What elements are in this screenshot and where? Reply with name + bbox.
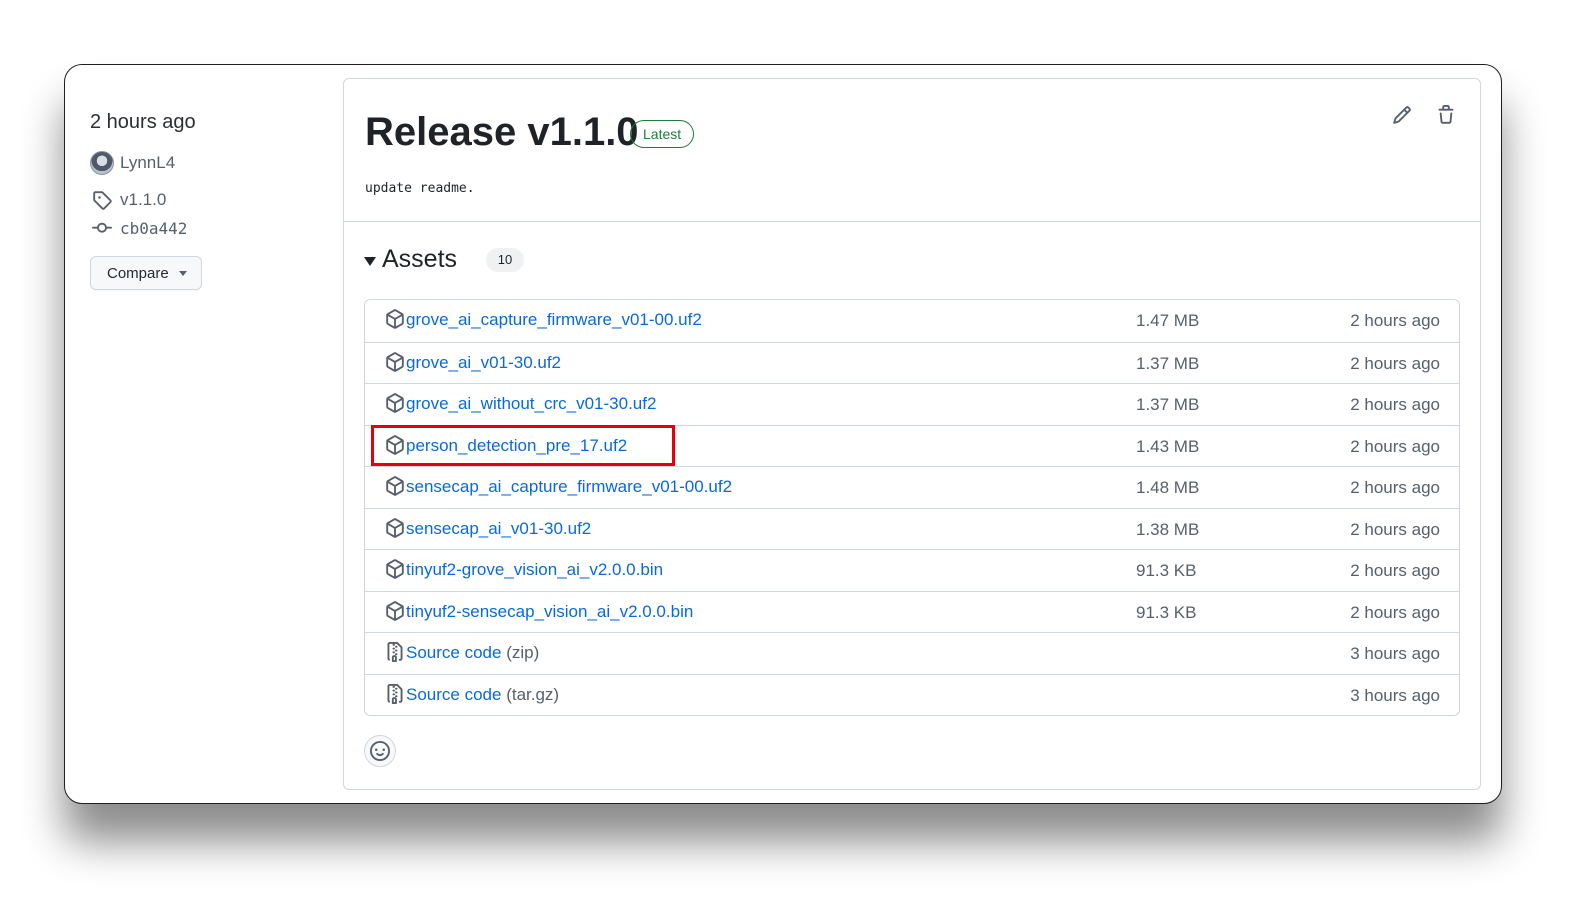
asset-time: 2 hours ago (1350, 311, 1440, 330)
release-actions (1390, 103, 1458, 127)
file-zip-icon (385, 642, 405, 662)
asset-name: grove_ai_without_crc_v01-30.uf2 (406, 394, 657, 413)
author-row[interactable]: LynnL4 (90, 149, 320, 177)
assets-list: grove_ai_capture_firmware_v01-00.uf2 1.47… (364, 299, 1460, 716)
release-notes: update readme. (365, 181, 475, 196)
package-icon (385, 559, 405, 579)
assets-count-badge: 10 (486, 247, 525, 272)
asset-name: tinyuf2-grove_vision_ai_v2.0.0.bin (406, 560, 664, 579)
package-icon (385, 393, 405, 413)
asset-time: 2 hours ago (1350, 561, 1440, 580)
release-title[interactable]: Release v1.1.0 (365, 107, 639, 157)
asset-link[interactable]: tinyuf2-sensecap_vision_ai_v2.0.0.bin (406, 602, 693, 622)
asset-time: 2 hours ago (1350, 519, 1440, 539)
release-card: Release v1.1.0 Latest update readme. Ass… (343, 78, 1481, 790)
asset-row: sensecap_ai_capture_firmware_v01-00.uf2 1… (365, 466, 1459, 508)
asset-time: 2 hours ago (1350, 478, 1440, 497)
asset-size: 1.47 MB (1136, 311, 1200, 330)
asset-link[interactable]: grove_ai_capture_firmware_v01-00.uf2 (406, 310, 702, 330)
tag-label[interactable]: v1.1.0 (120, 190, 166, 210)
asset-link[interactable]: sensecap_ai_v01-30.uf2 (406, 519, 591, 539)
git-commit-icon (90, 216, 114, 240)
package-icon (385, 600, 405, 621)
pencil-icon[interactable] (1390, 103, 1414, 127)
asset-size: 1.38 MB (1136, 519, 1200, 539)
asset-link[interactable]: sensecap_ai_capture_firmware_v01-00.uf2 (406, 477, 732, 497)
asset-row: person_detection_pre_17.uf2 1.43 MB 2 hour… (365, 424, 1459, 467)
asset-row: tinyuf2-sensecap_vision_ai_v2.0.0.bin 91.… (365, 590, 1459, 633)
add-reaction-button[interactable] (364, 735, 396, 767)
commit-row[interactable]: cb0a442 (90, 214, 320, 242)
asset-row: grove_ai_v01-30.uf2 1.37 MB 2 hours ago (365, 341, 1459, 384)
assets-toggle[interactable]: Assets 10 (364, 245, 525, 274)
package-icon (385, 351, 405, 372)
asset-link[interactable]: Source code (tar.gz) (406, 685, 559, 705)
asset-name: grove_ai_capture_firmware_v01-00.uf2 (406, 310, 702, 329)
asset-row: Source code (zip) 3 hours ago (365, 632, 1459, 674)
asset-name: sensecap_ai_capture_firmware_v01-00.uf2 (406, 477, 733, 496)
tag-row[interactable]: v1.1.0 (90, 186, 320, 214)
asset-link[interactable]: grove_ai_without_crc_v01-30.uf2 (406, 394, 656, 414)
highlight-annotation-box (371, 424, 675, 466)
asset-size: 1.37 MB (1136, 353, 1200, 373)
avatar[interactable] (90, 151, 114, 175)
chevron-down-icon (178, 270, 187, 276)
asset-size: 91.3 KB (1136, 561, 1197, 580)
asset-link[interactable]: tinyuf2-grove_vision_ai_v2.0.0.bin (406, 560, 663, 580)
asset-time: 2 hours ago (1350, 353, 1440, 373)
asset-name: Source code (406, 643, 502, 662)
asset-time: 3 hours ago (1350, 644, 1440, 663)
asset-format: (zip) (506, 643, 540, 662)
asset-name: Source code (406, 684, 502, 704)
asset-row: sensecap_ai_v01-30.uf2 1.38 MB 2 hours ago (365, 507, 1459, 550)
tag-icon (90, 188, 114, 212)
asset-time: 2 hours ago (1350, 436, 1440, 456)
commit-sha[interactable]: cb0a442 (120, 219, 187, 238)
asset-link[interactable]: grove_ai_v01-30.uf2 (406, 353, 561, 373)
release-meta: 2 hours ago LynnL4 v1.1.0 cb0a442 Compar… (90, 109, 320, 290)
asset-row: grove_ai_without_crc_v01-30.uf2 1.37 MB 2 … (365, 383, 1459, 425)
package-icon (385, 476, 405, 496)
asset-link[interactable]: Source code (zip) (406, 643, 539, 663)
asset-time: 3 hours ago (1350, 685, 1440, 705)
asset-format: (tar.gz) (506, 684, 560, 704)
latest-badge: Latest (630, 120, 695, 148)
assets-title: Assets (382, 245, 458, 273)
author-name[interactable]: LynnL4 (120, 153, 175, 173)
asset-name: sensecap_ai_v01-30.uf2 (406, 518, 592, 538)
release-time: 2 hours ago (90, 111, 196, 133)
compare-label: Compare (107, 264, 169, 282)
file-zip-icon (385, 683, 405, 704)
screenshot-window: 2 hours ago LynnL4 v1.1.0 cb0a442 Compar… (64, 64, 1502, 804)
asset-size: 1.43 MB (1136, 436, 1200, 456)
asset-size: 91.3 KB (1136, 602, 1197, 622)
package-icon (385, 309, 405, 329)
asset-row: grove_ai_capture_firmware_v01-00.uf2 1.47… (365, 300, 1459, 342)
smiley-icon (370, 741, 390, 761)
package-icon (385, 517, 405, 538)
asset-row: tinyuf2-grove_vision_ai_v2.0.0.bin 91.3 K… (365, 549, 1459, 591)
asset-name: tinyuf2-sensecap_vision_ai_v2.0.0.bin (406, 601, 694, 621)
asset-size: 1.48 MB (1136, 478, 1200, 497)
trash-icon[interactable] (1434, 103, 1458, 127)
asset-row: Source code (tar.gz) 3 hours ago (365, 673, 1459, 716)
asset-time: 2 hours ago (1350, 395, 1440, 414)
asset-time: 2 hours ago (1350, 602, 1440, 622)
asset-name: grove_ai_v01-30.uf2 (406, 352, 562, 372)
triangle-down-icon (364, 256, 376, 266)
compare-button[interactable]: Compare (90, 256, 202, 290)
release-header: Release v1.1.0 Latest update readme. (344, 79, 1480, 222)
asset-size: 1.37 MB (1136, 395, 1200, 414)
